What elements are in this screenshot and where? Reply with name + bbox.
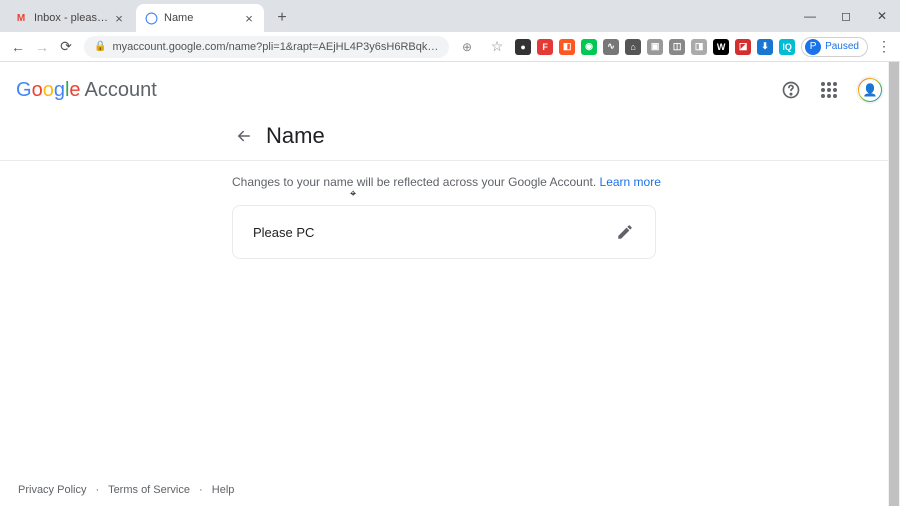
close-icon[interactable]: × bbox=[112, 11, 126, 25]
page-title: Name bbox=[266, 123, 325, 149]
extension-icon[interactable]: ▣ bbox=[647, 39, 663, 55]
name-card[interactable]: Please PC bbox=[232, 205, 656, 259]
extension-icon[interactable]: W bbox=[713, 39, 729, 55]
browser-menu-button[interactable]: ⋮ bbox=[874, 38, 894, 55]
footer: Privacy Policy · Terms of Service · Help bbox=[18, 484, 234, 496]
star-icon[interactable]: ☆ bbox=[485, 35, 509, 59]
logo-account-text: Account bbox=[85, 79, 157, 102]
profile-status: Paused bbox=[825, 41, 859, 52]
extension-icon[interactable]: ⌂ bbox=[625, 39, 641, 55]
page-header: Google Account 👤 bbox=[0, 62, 900, 118]
extension-icon[interactable]: ⬇ bbox=[757, 39, 773, 55]
extension-icon[interactable]: ● bbox=[515, 39, 531, 55]
extension-icon[interactable]: IQ bbox=[779, 39, 795, 55]
extension-icon[interactable]: ◪ bbox=[735, 39, 751, 55]
url-text: myaccount.google.com/name?pli=1&rapt=AEj… bbox=[112, 41, 439, 53]
extension-icon[interactable]: ◧ bbox=[559, 39, 575, 55]
new-tab-button[interactable]: + bbox=[270, 6, 294, 30]
account-avatar[interactable]: 👤 bbox=[856, 76, 884, 104]
minimize-button[interactable]: — bbox=[792, 2, 828, 30]
scrollbar[interactable] bbox=[888, 62, 900, 506]
scrollbar-thumb[interactable] bbox=[889, 62, 899, 506]
extension-icon[interactable]: F bbox=[537, 39, 553, 55]
gmail-icon: M bbox=[14, 11, 28, 25]
browser-tab[interactable]: M Inbox - pleasepc.com@gmail.co × bbox=[6, 4, 134, 32]
terms-link[interactable]: Terms of Service bbox=[108, 484, 190, 496]
tab-title: Inbox - pleasepc.com@gmail.co bbox=[34, 12, 112, 24]
main-content: Name Changes to your name will be reflec… bbox=[0, 122, 900, 259]
google-icon bbox=[144, 11, 158, 25]
google-logo[interactable]: Google bbox=[16, 79, 81, 102]
back-arrow-button[interactable] bbox=[230, 122, 258, 150]
browser-tab-strip: M Inbox - pleasepc.com@gmail.co × Name ×… bbox=[0, 0, 900, 32]
zoom-icon[interactable]: ⊕ bbox=[455, 35, 479, 59]
reload-button[interactable]: ⟳ bbox=[54, 35, 78, 59]
profile-chip[interactable]: P Paused bbox=[801, 37, 868, 57]
help-link[interactable]: Help bbox=[212, 484, 235, 496]
window-controls: — ◻ ✕ bbox=[792, 0, 900, 32]
back-button[interactable]: ← bbox=[6, 35, 30, 59]
url-field[interactable]: 🔒 myaccount.google.com/name?pli=1&rapt=A… bbox=[84, 36, 449, 58]
close-window-button[interactable]: ✕ bbox=[864, 2, 900, 30]
extension-icon[interactable]: ◫ bbox=[669, 39, 685, 55]
maximize-button[interactable]: ◻ bbox=[828, 2, 864, 30]
extension-icon[interactable]: ∿ bbox=[603, 39, 619, 55]
browser-tab-active[interactable]: Name × bbox=[136, 4, 264, 32]
avatar-icon: P bbox=[805, 39, 821, 55]
privacy-link[interactable]: Privacy Policy bbox=[18, 484, 86, 496]
close-icon[interactable]: × bbox=[242, 11, 256, 25]
help-icon[interactable] bbox=[780, 79, 802, 101]
lock-icon: 🔒 bbox=[94, 41, 106, 52]
name-value: Please PC bbox=[253, 225, 314, 240]
extension-icon[interactable]: ◨ bbox=[691, 39, 707, 55]
forward-button[interactable]: → bbox=[30, 35, 54, 59]
apps-icon[interactable] bbox=[818, 79, 840, 101]
extension-icon[interactable]: ◉ bbox=[581, 39, 597, 55]
description-row: Changes to your name will be reflected a… bbox=[0, 161, 900, 189]
tab-title: Name bbox=[164, 12, 242, 24]
learn-more-link[interactable]: Learn more bbox=[600, 175, 661, 189]
description-text: Changes to your name will be reflected a… bbox=[232, 175, 600, 189]
edit-icon[interactable] bbox=[615, 222, 635, 242]
address-bar: ← → ⟳ 🔒 myaccount.google.com/name?pli=1&… bbox=[0, 32, 900, 62]
